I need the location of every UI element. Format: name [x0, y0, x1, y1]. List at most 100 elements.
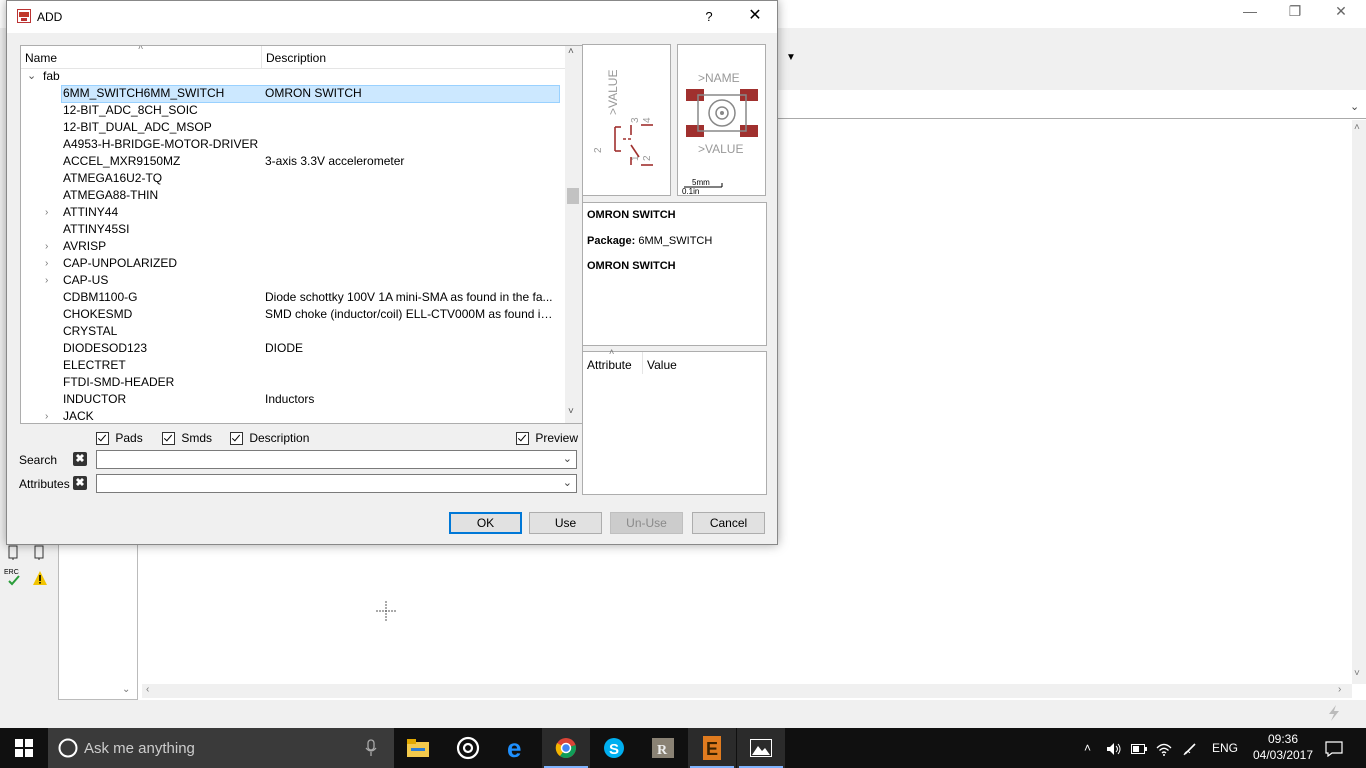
pen-icon[interactable] [1182, 728, 1198, 768]
attr-column-attribute[interactable]: Attribute [587, 358, 632, 372]
bg-scroll-up-arrow[interactable]: ˄ [1354, 122, 1360, 133]
description-label: Description [249, 431, 310, 445]
symbol-preview: >VALUE 2 1 2 3 4 [582, 44, 671, 196]
erc-check-icon[interactable]: ERC [4, 569, 24, 587]
action-center-icon[interactable] [1325, 728, 1343, 768]
pads-checkbox[interactable] [96, 432, 109, 446]
attributes-clear-icon[interactable]: ✖ [73, 476, 87, 490]
description-checkbox[interactable] [230, 432, 243, 446]
clock[interactable]: 09:36 04/03/2017 [1250, 731, 1316, 763]
tree-item[interactable]: CRYSTAL [21, 323, 561, 340]
preview-checkbox[interactable] [516, 432, 529, 446]
photos-taskbar-icon[interactable] [737, 728, 785, 768]
scroll-up-arrow[interactable]: ˄ [568, 46, 574, 57]
skype-taskbar-icon[interactable]: S [590, 728, 638, 768]
bg-scroll-down2-arrow[interactable]: ˅ [1354, 668, 1360, 679]
bg-minimize-button[interactable]: — [1227, 0, 1273, 24]
tree-item[interactable]: ELECTRET [21, 357, 561, 374]
eagle-taskbar-icon[interactable]: E [688, 728, 736, 768]
bg-close-button[interactable]: ✕ [1318, 0, 1364, 24]
attr-column-value[interactable]: Value [647, 358, 677, 372]
scroll-thumb[interactable] [567, 188, 579, 204]
tree-item[interactable]: › CAP-UNPOLARIZED [21, 255, 561, 272]
tree-item[interactable]: INDUCTOR Inductors [21, 391, 561, 408]
tree-item[interactable]: › JACK [21, 408, 561, 423]
file-explorer-taskbar-icon[interactable] [394, 728, 442, 768]
tree-item[interactable]: CHOKESMD SMD choke (inductor/coil) ELL-CT… [21, 306, 561, 323]
bg-scroll-down-arrow[interactable]: ⌄ [122, 684, 130, 695]
library-tree[interactable]: Name ˄ Description ⌄ fab 6MM_SWITCH6MM_S… [20, 45, 583, 424]
bg-combo-arrow[interactable]: ⌄ [1350, 100, 1359, 113]
smds-checkbox[interactable] [162, 432, 175, 446]
scroll-down-arrow[interactable]: ˅ [568, 406, 574, 417]
cancel-button[interactable]: Cancel [692, 512, 765, 534]
start-button[interactable] [0, 728, 48, 768]
search-input[interactable]: ⌄ [96, 450, 577, 469]
unuse-button[interactable]: Un-Use [610, 512, 683, 534]
tree-item[interactable]: DIODESOD123 DIODE [21, 340, 561, 357]
edge-browser-taskbar-icon[interactable]: e [493, 728, 541, 768]
column-header-name[interactable]: Name [25, 51, 57, 65]
wifi-icon[interactable] [1156, 728, 1172, 768]
show-hidden-icons[interactable]: ˄ [1084, 728, 1091, 768]
crosshair-cursor-icon [376, 601, 396, 621]
attributes-dropdown-icon[interactable]: ⌄ [563, 476, 572, 489]
warning-icon[interactable] [32, 570, 48, 586]
column-header-description[interactable]: Description [266, 51, 326, 65]
bg-scroll-right-arrow[interactable]: › [1338, 684, 1341, 695]
search-dropdown-icon[interactable]: ⌄ [563, 452, 572, 465]
bg-pin-tool2-icon[interactable] [32, 544, 48, 560]
tree-item[interactable]: ATMEGA16U2-TQ [21, 170, 561, 187]
bg-restore-button[interactable]: ❐ [1272, 0, 1318, 24]
expand-chevron-icon[interactable]: › [45, 204, 48, 221]
bg-dropdown-arrow[interactable]: ▼ [780, 48, 802, 68]
cortana-search-box[interactable]: Ask me anything [48, 728, 394, 768]
description-checkbox-group[interactable]: Description [230, 431, 310, 446]
tree-item-name: ATMEGA16U2-TQ [63, 171, 163, 185]
tree-item[interactable]: ATTINY45SI [21, 221, 561, 238]
pads-label: Pads [115, 431, 143, 445]
tree-root-fab[interactable]: ⌄ fab [21, 68, 561, 85]
tree-item[interactable]: A4953-H-BRIDGE-MOTOR-DRIVER [21, 136, 561, 153]
battery-icon[interactable] [1131, 728, 1147, 768]
use-button[interactable]: Use [529, 512, 602, 534]
attributes-input[interactable]: ⌄ [96, 474, 577, 493]
bg-horizontal-scrollbar[interactable] [142, 684, 1352, 698]
tree-item[interactable]: ATMEGA88-THIN [21, 187, 561, 204]
tree-item[interactable]: › CAP-US [21, 272, 561, 289]
tree-item[interactable]: › ATTINY44 [21, 204, 561, 221]
bg-pin-tool-icon[interactable] [6, 544, 22, 560]
windows-logo-icon [15, 739, 33, 757]
tree-item[interactable]: CDBM1100-G Diode schottky 100V 1A mini-SM… [21, 289, 561, 306]
bg-vertical-scrollbar[interactable] [1352, 120, 1366, 684]
pads-checkbox-group[interactable]: Pads [96, 431, 143, 446]
preview-checkbox-group[interactable]: Preview [516, 431, 578, 446]
tree-item[interactable]: 12-BIT_ADC_8CH_SOIC [21, 102, 561, 119]
bg-combo[interactable] [778, 100, 1366, 119]
collapse-chevron-icon[interactable]: ⌄ [27, 68, 36, 85]
dialog-titlebar[interactable]: ADD ? ✕ [7, 1, 777, 33]
search-clear-icon[interactable]: ✖ [73, 452, 87, 466]
expand-chevron-icon[interactable]: › [45, 255, 48, 272]
expand-chevron-icon[interactable]: › [45, 238, 48, 255]
tree-item[interactable]: ACCEL_MXR9150MZ 3-axis 3.3V accelerometer [21, 153, 561, 170]
app-taskbar-icon[interactable]: R [639, 728, 687, 768]
tree-item-selected[interactable]: 6MM_SWITCH6MM_SWITCH OMRON SWITCH [21, 85, 561, 103]
bg-scroll-left-arrow[interactable]: ‹ [146, 684, 149, 695]
tree-item[interactable]: › AVRISP [21, 238, 561, 255]
help-button[interactable]: ? [697, 7, 721, 27]
media-taskbar-icon[interactable] [444, 728, 492, 768]
expand-chevron-icon[interactable]: › [45, 272, 48, 289]
ok-button[interactable]: OK [449, 512, 522, 534]
tree-item[interactable]: FTDI-SMD-HEADER [21, 374, 561, 391]
volume-icon[interactable] [1106, 728, 1122, 768]
smds-checkbox-group[interactable]: Smds [162, 431, 212, 446]
tree-vertical-scrollbar[interactable]: ˄ ˅ [565, 46, 582, 423]
language-indicator[interactable]: ENG [1212, 728, 1238, 768]
expand-chevron-icon[interactable]: › [45, 408, 48, 423]
chrome-taskbar-icon[interactable] [542, 728, 590, 768]
dialog-close-button[interactable]: ✕ [743, 5, 767, 27]
attributes-table[interactable]: ˄ Attribute Value [582, 347, 767, 495]
add-dialog: ADD ? ✕ Name ˄ Description ⌄ fab 6MM_SWI… [6, 0, 778, 545]
tree-item[interactable]: 12-BIT_DUAL_ADC_MSOP [21, 119, 561, 136]
